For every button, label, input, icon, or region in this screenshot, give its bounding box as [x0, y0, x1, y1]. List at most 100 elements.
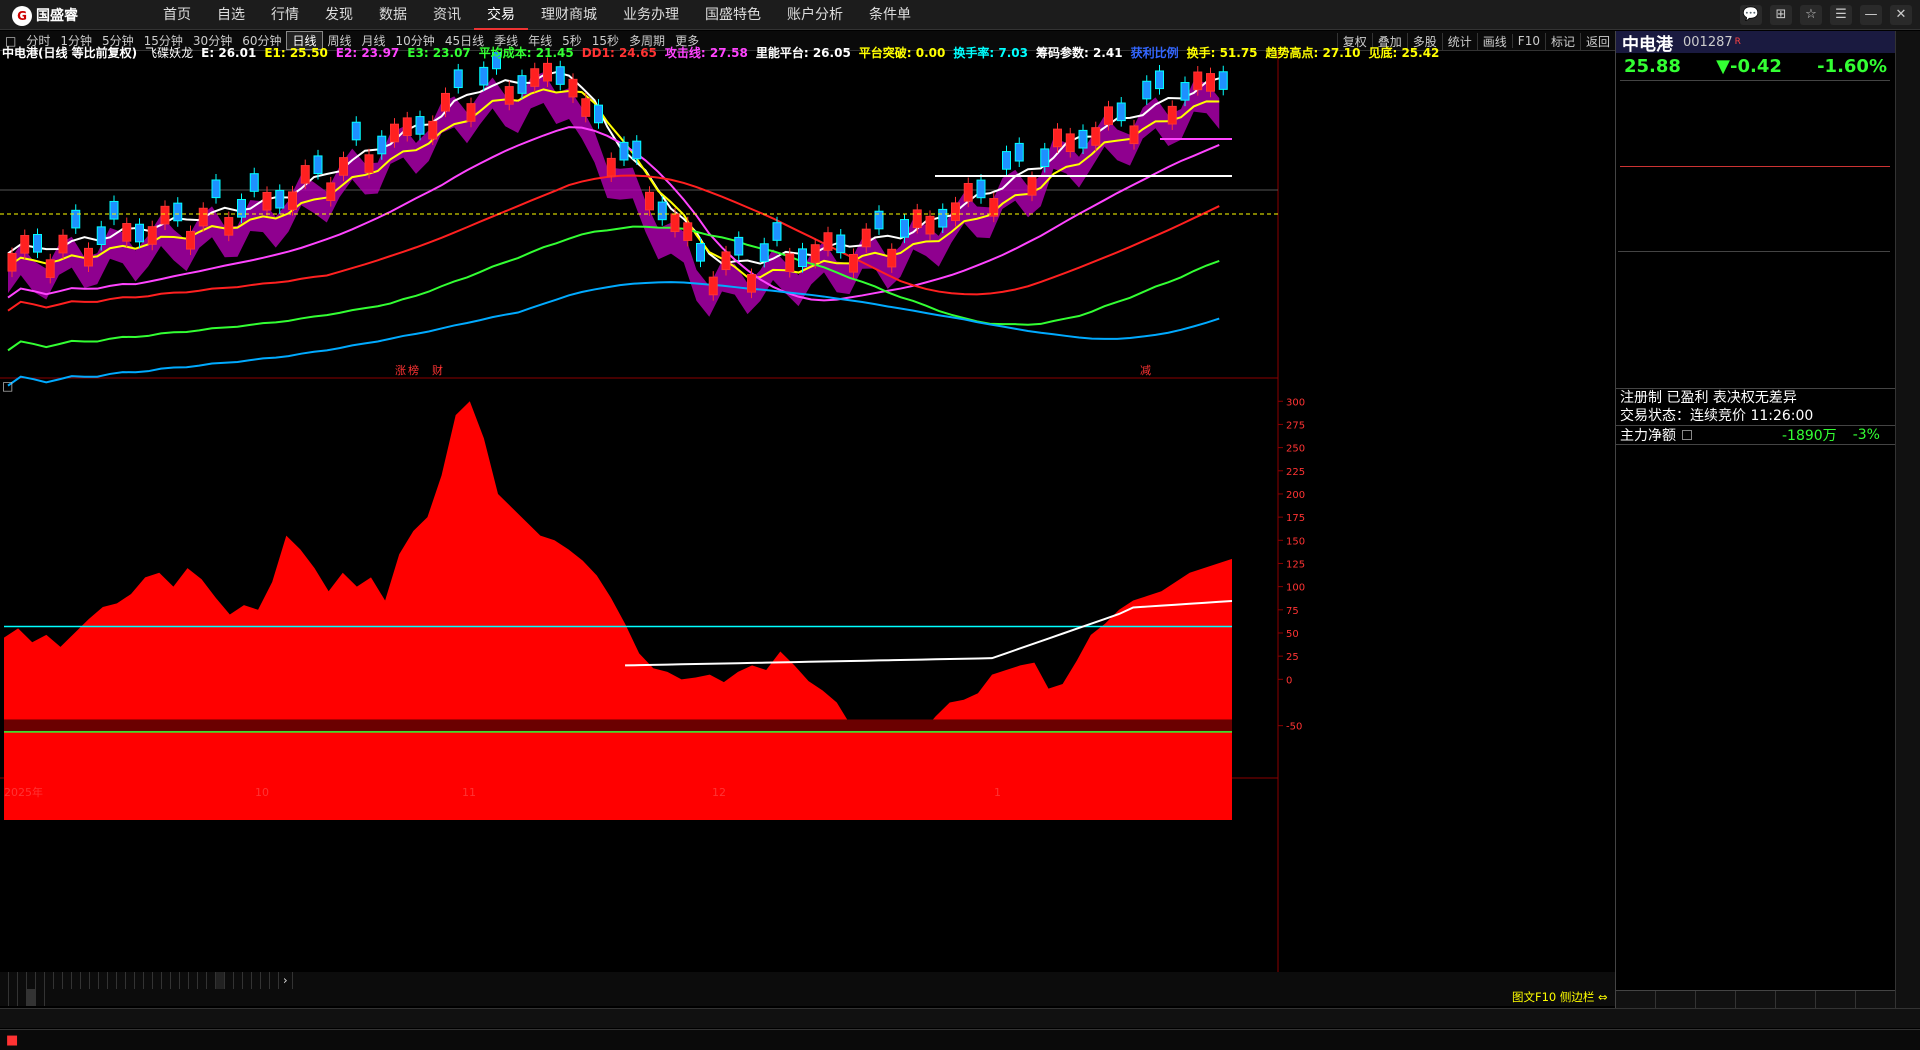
- quote-tab-0[interactable]: [1616, 991, 1656, 1008]
- indicator-tab-21[interactable]: [189, 972, 198, 989]
- indicator-tab-20[interactable]: [180, 972, 189, 989]
- quote-tab-4[interactable]: [1776, 991, 1816, 1008]
- indicator-tab-9[interactable]: [81, 972, 90, 989]
- indicator-tab-2[interactable]: [18, 972, 27, 989]
- ext-tab-3[interactable]: [27, 989, 36, 1006]
- candle-body: [734, 236, 744, 256]
- skin-icon[interactable]: ☆: [1800, 5, 1822, 25]
- indicator-tab-right-1[interactable]: [1492, 972, 1502, 989]
- menu-item-8[interactable]: 业务办理: [610, 0, 692, 30]
- ext-tab-0[interactable]: [0, 989, 9, 1006]
- indicator-tab-13[interactable]: [117, 972, 126, 989]
- indicator-name[interactable]: 飞碟妖龙: [145, 46, 193, 60]
- bid-table: [1620, 165, 1890, 252]
- candle-body: [963, 183, 973, 202]
- tick-row: [1618, 643, 1890, 661]
- indicator-tab-24[interactable]: [216, 972, 225, 989]
- ext-tab-2[interactable]: [18, 989, 27, 1006]
- indicator-tab-15[interactable]: [135, 972, 144, 989]
- menu-item-1[interactable]: 自选: [204, 0, 258, 30]
- menu-item-0[interactable]: 首页: [150, 0, 204, 30]
- indicator-tab-right-0[interactable]: [1482, 972, 1492, 989]
- menu-icon[interactable]: ☰: [1830, 5, 1852, 25]
- ext-tab-1[interactable]: [9, 989, 18, 1006]
- menu-item-10[interactable]: 账户分析: [774, 0, 856, 30]
- minimize-icon[interactable]: —: [1860, 5, 1882, 25]
- tick-side: [1827, 877, 1858, 895]
- tick-side: [1827, 805, 1858, 823]
- indicator-tab-27[interactable]: [243, 972, 252, 989]
- indicator-tab-right-4[interactable]: [1522, 972, 1532, 989]
- bid-delta: [1838, 183, 1890, 200]
- indicator-tab-23[interactable]: [207, 972, 216, 989]
- indicator-tab-30[interactable]: [270, 972, 279, 989]
- indicator-tab-1[interactable]: [9, 972, 18, 989]
- quote-tab-2[interactable]: [1696, 991, 1736, 1008]
- indicator-tab-right-2[interactable]: [1502, 972, 1512, 989]
- message-icon[interactable]: 💬: [1740, 5, 1762, 25]
- indicator-tab-19[interactable]: [171, 972, 180, 989]
- quote-tab-6[interactable]: [1856, 991, 1896, 1008]
- tick-price: [1681, 643, 1765, 661]
- indicator-tab-12[interactable]: [108, 972, 117, 989]
- tick-count: [1859, 607, 1890, 625]
- indicator-tab-6[interactable]: [54, 972, 63, 989]
- chart-area[interactable]: 300 275 250 225 200 175 150 125 100 75 50 25 0 -50 202…: [0, 45, 1615, 972]
- indicator-tab-11[interactable]: [99, 972, 108, 989]
- indicator-tab-22[interactable]: [198, 972, 207, 989]
- y-tick-label: 0: [1286, 675, 1292, 686]
- quote-tab-1[interactable]: [1656, 991, 1696, 1008]
- indicator-tab-10[interactable]: [90, 972, 99, 989]
- tick-vol: [1764, 589, 1827, 607]
- tick-vol: [1764, 733, 1827, 751]
- indicator-tab-26[interactable]: [234, 972, 243, 989]
- indicator-tab-16[interactable]: [144, 972, 153, 989]
- quote-row: [1620, 234, 1890, 251]
- menu-item-7[interactable]: 理财商城: [528, 0, 610, 30]
- menu-item-6[interactable]: 交易: [474, 0, 528, 30]
- stat-cell: [1822, 303, 1890, 320]
- indicator-tab-right-5[interactable]: [1532, 972, 1542, 989]
- tabs-scroll-right[interactable]: ›: [279, 972, 293, 989]
- menu-item-9[interactable]: 国盛特色: [692, 0, 774, 30]
- menu-item-3[interactable]: 发现: [312, 0, 366, 30]
- indicator-tab-7[interactable]: [63, 972, 72, 989]
- layout-icon[interactable]: ⊞: [1770, 5, 1792, 25]
- indicator-tab-4[interactable]: [36, 972, 45, 989]
- indicator-tab-0[interactable]: [0, 972, 9, 989]
- chart-canvas[interactable]: 3002752502252001751501251007550250-50202…: [0, 45, 1615, 972]
- indicator-tab-right-3[interactable]: [1512, 972, 1522, 989]
- indicator-tab-29[interactable]: [261, 972, 270, 989]
- tick-row: [1618, 751, 1890, 769]
- quote-tab-3[interactable]: [1736, 991, 1776, 1008]
- menu-item-4[interactable]: 数据: [366, 0, 420, 30]
- menu-item-11[interactable]: 条件单: [856, 0, 924, 30]
- tick-row: [1618, 499, 1890, 517]
- indicator-tab-3[interactable]: [27, 972, 36, 989]
- indicator-tab-17[interactable]: [153, 972, 162, 989]
- tick-row: [1618, 481, 1890, 499]
- ext-tab-4[interactable]: [36, 989, 45, 1006]
- indicator-tab-8[interactable]: [72, 972, 81, 989]
- indicator-tab-14[interactable]: [126, 972, 135, 989]
- close-icon[interactable]: ✕: [1890, 5, 1912, 25]
- tool-6[interactable]: 标记: [1544, 32, 1580, 50]
- net-flow-checkbox[interactable]: [1682, 429, 1692, 440]
- quote-row: [1620, 115, 1890, 132]
- indicator-tab-5[interactable]: [45, 972, 54, 989]
- quote-tab-5[interactable]: [1816, 991, 1856, 1008]
- tick-count: [1859, 697, 1890, 715]
- tool-4[interactable]: 画线: [1476, 32, 1512, 50]
- indicator-tab-28[interactable]: [252, 972, 261, 989]
- menu-item-2[interactable]: 行情: [258, 0, 312, 30]
- subchart-menu-icon[interactable]: □: [2, 379, 13, 393]
- indicator-tab-25[interactable]: [225, 972, 234, 989]
- f10-sidebar-link[interactable]: 图文F10 侧边栏 ⇔: [1512, 989, 1608, 1006]
- tool-5[interactable]: F10: [1511, 34, 1545, 48]
- tick-row: [1618, 553, 1890, 571]
- indicator-tab-18[interactable]: [162, 972, 171, 989]
- menu-item-5[interactable]: 资讯: [420, 0, 474, 30]
- tool-7[interactable]: 返回: [1579, 32, 1615, 50]
- top-bar: G 国盛睿 首页 自选 行情 发现 数据 资讯 交易 理财商城 业务办理 国盛特色 账户分析 条件单 💬…: [0, 0, 1920, 30]
- tick-time: [1618, 697, 1681, 715]
